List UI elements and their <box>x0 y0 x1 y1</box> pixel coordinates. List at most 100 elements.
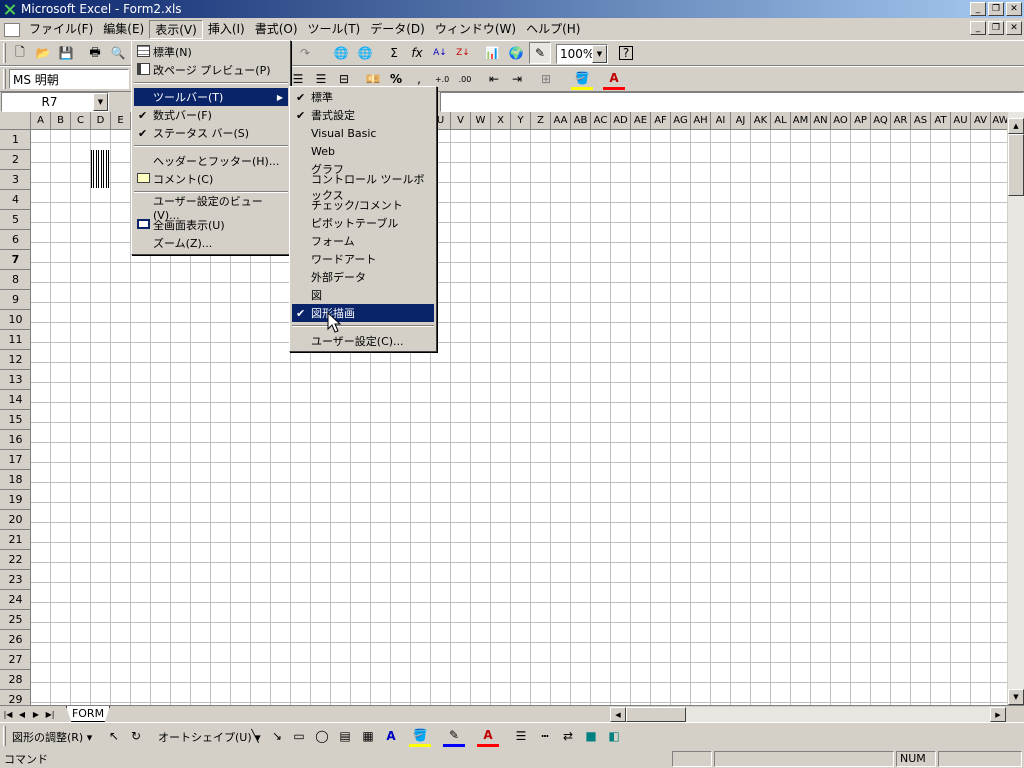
row-header[interactable]: 13 <box>0 370 30 390</box>
row-header[interactable]: 4 <box>0 190 30 210</box>
menu-help[interactable]: ヘルプ(H) <box>521 20 585 39</box>
toolbar-item-drawing[interactable]: ✔ 図形描画 <box>292 304 434 322</box>
scroll-up-icon[interactable]: ▲ <box>1008 118 1024 134</box>
last-sheet-icon[interactable]: ▶| <box>44 707 56 721</box>
line-icon[interactable]: ╲ <box>244 725 266 747</box>
column-header[interactable]: AV <box>971 112 991 129</box>
view-menu-item-full-screen[interactable]: 全画面表示(U) <box>134 216 288 234</box>
select-all-corner[interactable] <box>0 112 31 129</box>
barcode-image[interactable] <box>91 150 109 188</box>
row-header[interactable]: 2 <box>0 150 30 170</box>
doc-minimize-button[interactable]: _ <box>970 21 986 35</box>
map-icon[interactable]: 🌍 <box>505 42 527 64</box>
restore-button[interactable]: ❐ <box>988 2 1004 16</box>
toolbar-item-visual-basic[interactable]: Visual Basic <box>292 124 434 142</box>
row-header[interactable]: 5 <box>0 210 30 230</box>
column-header[interactable]: AQ <box>871 112 891 129</box>
column-header[interactable]: AC <box>591 112 611 129</box>
textbox-icon[interactable]: ▤ <box>334 725 356 747</box>
row-header[interactable]: 11 <box>0 330 30 350</box>
print-icon[interactable]: 🖶 <box>84 42 106 64</box>
save-icon[interactable]: 💾 <box>55 42 77 64</box>
sheet-tab-form[interactable]: FORM <box>66 706 110 722</box>
row-header[interactable]: 22 <box>0 550 30 570</box>
rectangle-icon[interactable]: ▭ <box>288 725 310 747</box>
view-menu-item-header-footer[interactable]: ヘッダーとフッター(H)... <box>134 152 288 170</box>
column-header[interactable]: E <box>111 112 131 129</box>
increase-indent-icon[interactable]: ⇥ <box>506 68 528 90</box>
dash-style-icon[interactable]: ┅ <box>534 725 556 747</box>
view-menu-item-zoom[interactable]: ズーム(Z)... <box>134 234 288 252</box>
chevron-down-icon[interactable]: ▼ <box>592 45 607 63</box>
view-menu-item-custom-views[interactable]: ユーザー設定のビュー(V)... <box>134 195 288 222</box>
3d-icon[interactable]: ◧ <box>603 725 625 747</box>
open-icon[interactable]: 📂 <box>32 42 54 64</box>
menu-tools[interactable]: ツール(T) <box>303 20 366 39</box>
scroll-left-icon[interactable]: ◀ <box>610 707 626 722</box>
new-icon[interactable]: 🗋 <box>9 42 31 64</box>
column-header[interactable]: AW <box>991 112 1007 129</box>
fill-color-icon[interactable]: 🪣 <box>571 68 593 90</box>
excel-app-icon[interactable] <box>3 3 17 16</box>
view-menu-item-formula-bar[interactable]: ✔ 数式バー(F) <box>134 106 288 124</box>
function-icon[interactable]: fx <box>406 42 428 64</box>
zoom-select[interactable]: 100% ▼ <box>556 44 608 64</box>
row-header[interactable]: 16 <box>0 430 30 450</box>
font-color-icon[interactable]: A <box>603 68 625 90</box>
doc-restore-button[interactable]: ❐ <box>988 21 1004 35</box>
row-header[interactable]: 10 <box>0 310 30 330</box>
column-header[interactable]: AO <box>831 112 851 129</box>
scroll-down-icon[interactable]: ▼ <box>1008 689 1024 705</box>
view-menu-item-status-bar[interactable]: ✔ ステータス バー(S) <box>134 124 288 142</box>
sort-ascending-icon[interactable]: A↓ <box>429 42 451 64</box>
menu-format[interactable]: 書式(O) <box>250 20 303 39</box>
menu-data[interactable]: データ(D) <box>365 20 430 39</box>
column-header[interactable]: AN <box>811 112 831 129</box>
column-header[interactable]: X <box>491 112 511 129</box>
vertical-scrollbar[interactable]: ▲ ▼ <box>1007 112 1024 705</box>
column-header[interactable]: AP <box>851 112 871 129</box>
doc-close-button[interactable]: ✕ <box>1006 21 1022 35</box>
column-header[interactable]: AI <box>711 112 731 129</box>
drawing-font-color-icon[interactable]: A <box>477 725 499 747</box>
row-header[interactable]: 12 <box>0 350 30 370</box>
toolbar-item-external-data[interactable]: 外部データ <box>292 268 434 286</box>
toolbar-item-control-toolbox[interactable]: コントロール ツールボックス <box>292 173 434 202</box>
minimize-button[interactable]: _ <box>970 2 986 16</box>
sort-descending-icon[interactable]: Z↓ <box>452 42 474 64</box>
menu-file[interactable]: ファイル(F) <box>24 20 98 39</box>
menu-edit[interactable]: 編集(E) <box>98 20 149 39</box>
view-menu-item-toolbars[interactable]: ツールバー(T) ▶ <box>134 88 288 106</box>
column-header[interactable]: A <box>31 112 51 129</box>
column-header[interactable]: W <box>471 112 491 129</box>
column-header[interactable]: AG <box>671 112 691 129</box>
view-menu-item-page-break[interactable]: 改ページ プレビュー(P) <box>134 61 288 79</box>
view-menu-item-normal[interactable]: 標準(N) <box>134 43 288 61</box>
column-header[interactable]: AB <box>571 112 591 129</box>
toolbar-item-picture[interactable]: 図 <box>292 286 434 304</box>
decrease-decimal-icon[interactable]: .00 <box>454 68 476 90</box>
toolbar-item-reviewing[interactable]: チェック/コメント <box>292 196 434 214</box>
column-header[interactable]: AE <box>631 112 651 129</box>
column-header[interactable]: Y <box>511 112 531 129</box>
chart-wizard-icon[interactable]: 📊 <box>481 42 503 64</box>
menu-view[interactable]: 表示(V) <box>149 20 203 39</box>
arrow-style-icon[interactable]: ⇄ <box>557 725 579 747</box>
row-header[interactable]: 15 <box>0 410 30 430</box>
view-menu-item-comments[interactable]: コメント(C) <box>134 170 288 188</box>
column-header[interactable]: D <box>91 112 111 129</box>
print-preview-icon[interactable]: 🔍 <box>107 42 129 64</box>
row-header[interactable]: 28 <box>0 670 30 690</box>
first-sheet-icon[interactable]: |◀ <box>2 707 14 721</box>
column-header[interactable]: Z <box>531 112 551 129</box>
row-header[interactable]: 8 <box>0 270 30 290</box>
drawing-icon[interactable]: ✎ <box>529 42 551 64</box>
clipart-icon[interactable]: A <box>380 725 402 747</box>
row-header[interactable]: 7 <box>0 250 30 270</box>
row-header[interactable]: 6 <box>0 230 30 250</box>
vertical-scroll-thumb[interactable] <box>1008 134 1024 196</box>
close-button[interactable]: ✕ <box>1006 2 1022 16</box>
oval-icon[interactable]: ◯ <box>311 725 333 747</box>
toolbar-item-forms[interactable]: フォーム <box>292 232 434 250</box>
row-header[interactable]: 20 <box>0 510 30 530</box>
